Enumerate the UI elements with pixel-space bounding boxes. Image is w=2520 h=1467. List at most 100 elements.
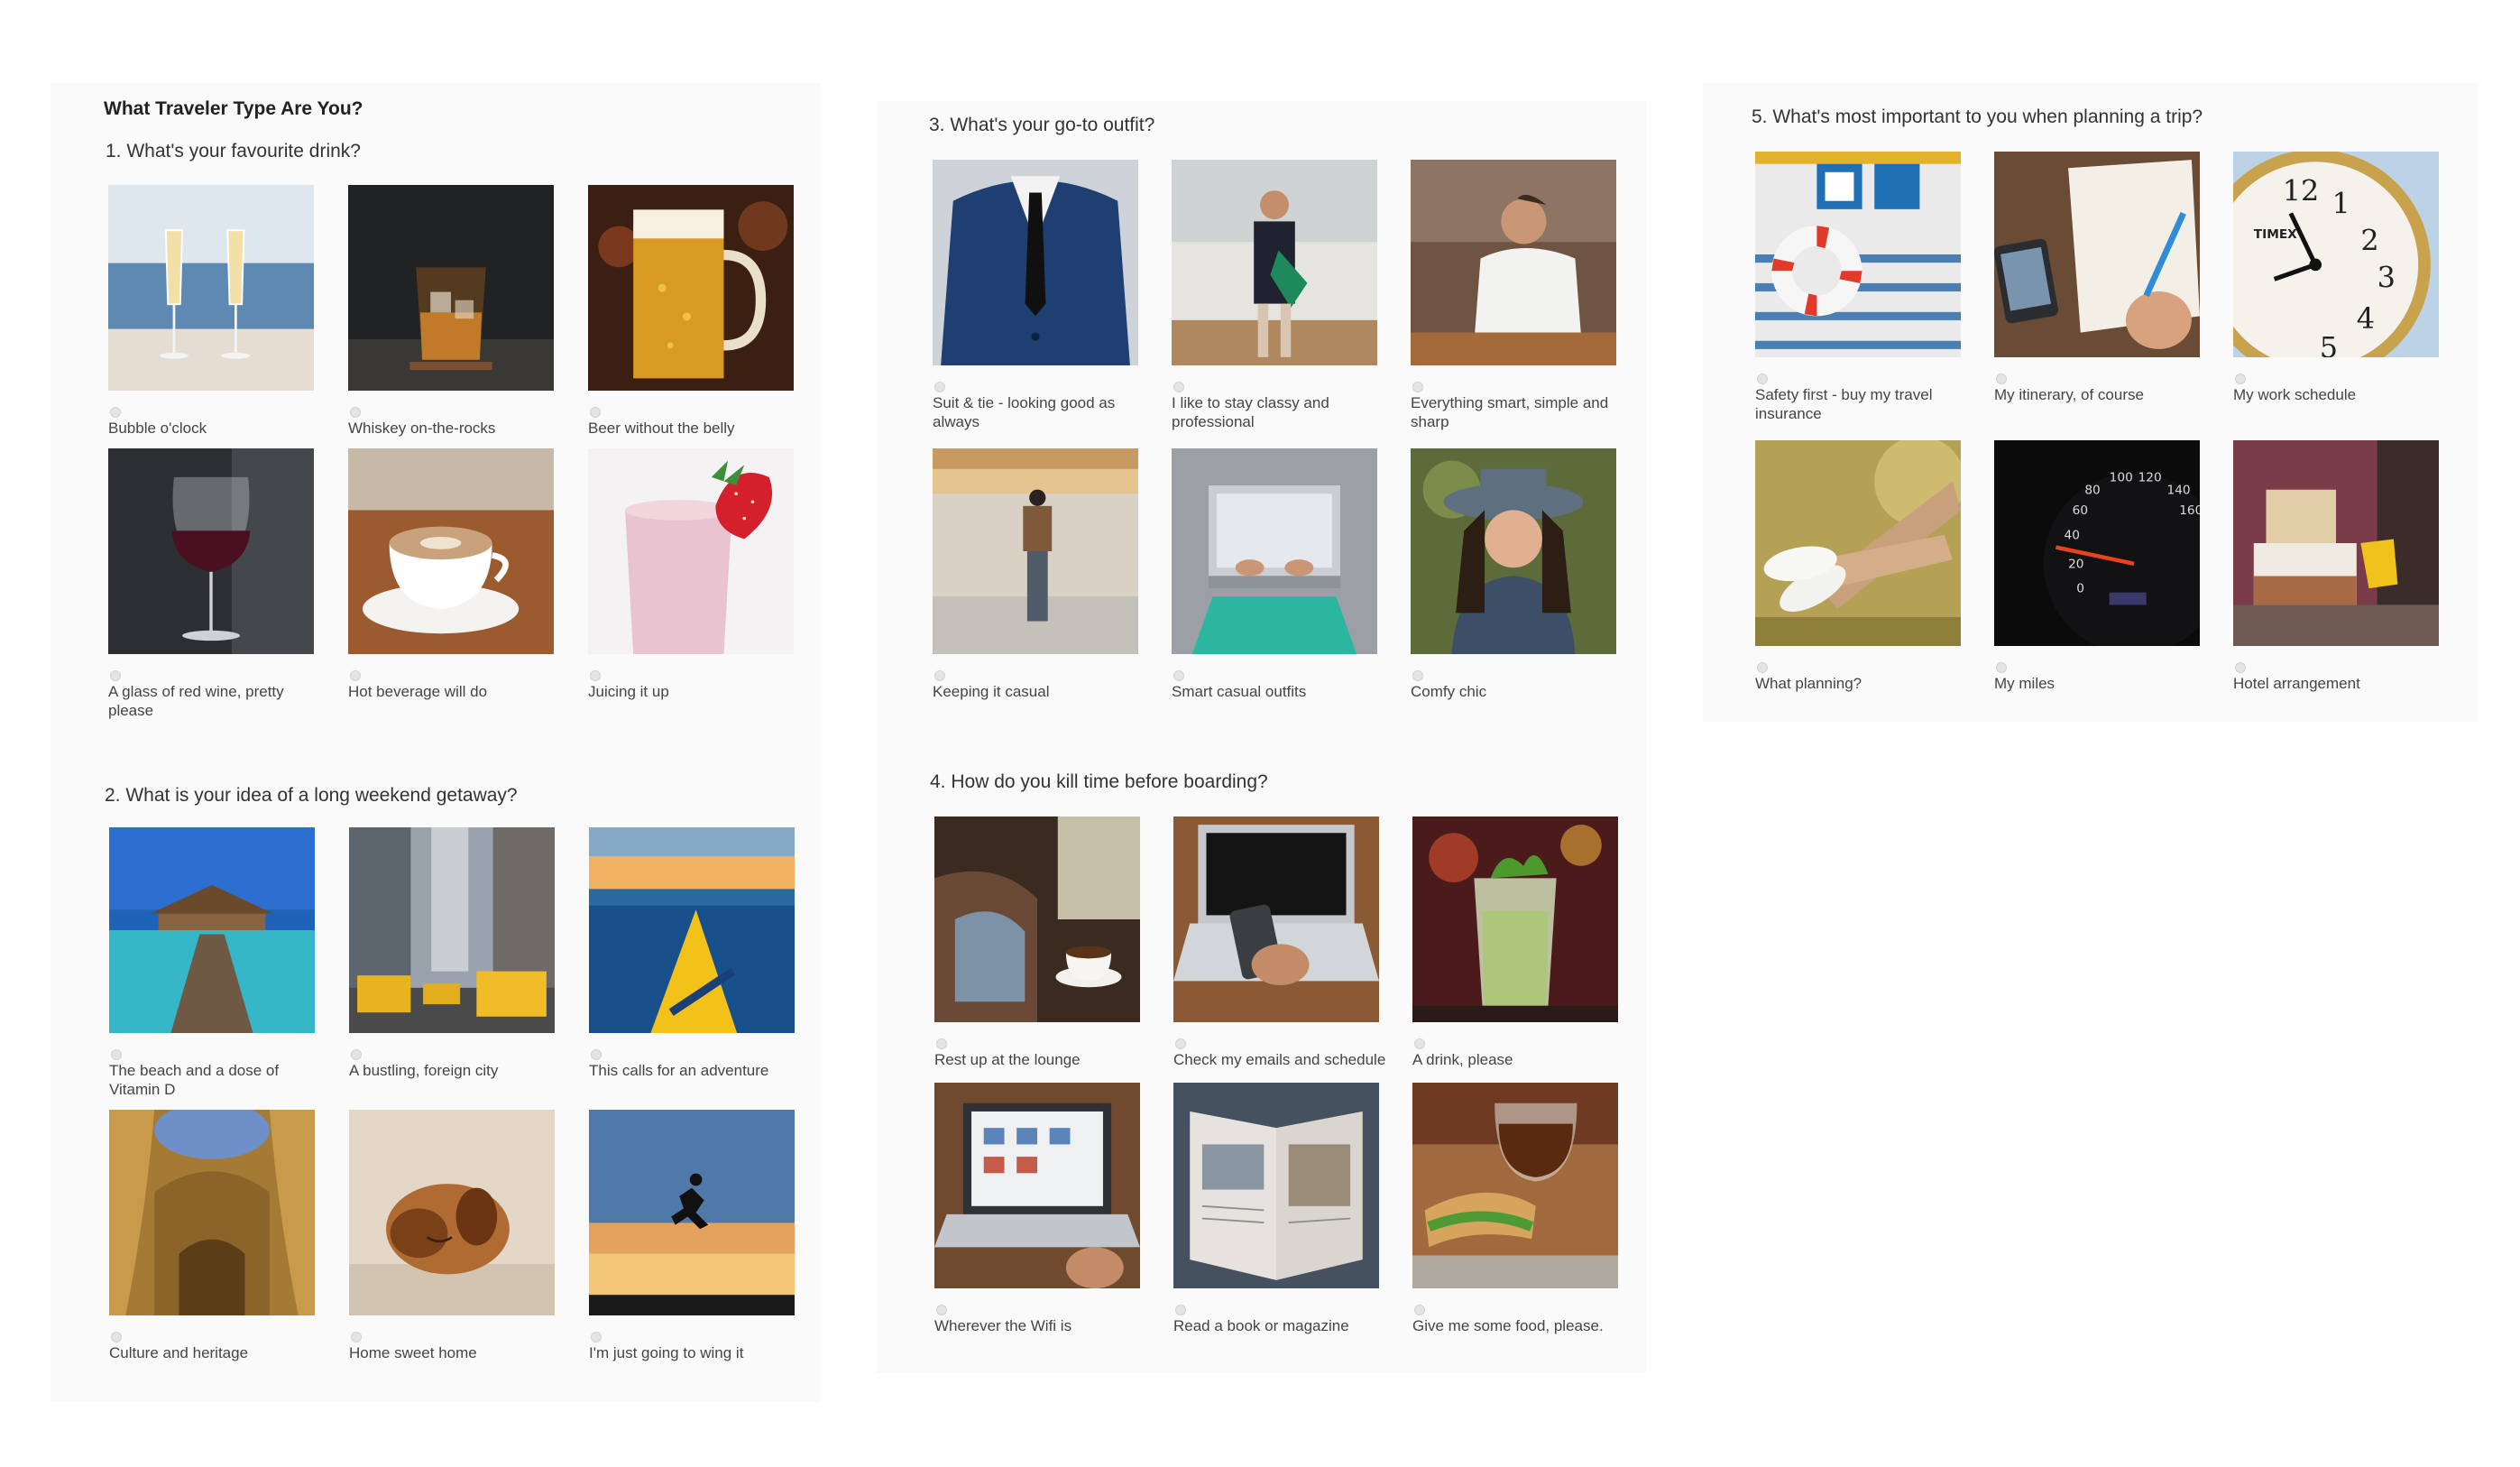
q1-option-2-radio[interactable] — [350, 407, 361, 418]
strawberry-smoothie-photo[interactable] — [588, 448, 794, 654]
q1-option-2-label[interactable]: Whiskey on-the-rocks — [348, 419, 565, 438]
q5-option-6-label[interactable]: Hotel arrangement — [2233, 674, 2450, 693]
tea-and-sandwich-photo[interactable] — [1412, 1083, 1618, 1288]
phone-laptop-photo[interactable] — [1173, 817, 1379, 1022]
q5-option-5-radio[interactable] — [1996, 662, 2007, 673]
q5-option-4[interactable]: What planning? — [1755, 440, 1961, 693]
lounge-chair-coffee-photo[interactable] — [934, 817, 1140, 1022]
q2-option-6[interactable]: I'm just going to wing it — [589, 1110, 795, 1362]
q1-option-1[interactable]: Bubble o'clock — [108, 185, 314, 438]
q2-option-6-radio[interactable] — [591, 1332, 602, 1342]
q1-option-1-label[interactable]: Bubble o'clock — [108, 419, 325, 438]
q4-option-4-radio[interactable] — [936, 1305, 947, 1315]
q3-option-3-radio[interactable] — [1412, 382, 1423, 392]
q1-option-6[interactable]: Juicing it up — [588, 448, 794, 701]
q1-option-5[interactable]: Hot beverage will do — [348, 448, 554, 701]
q4-option-3-radio[interactable] — [1414, 1038, 1425, 1049]
q3-option-2[interactable]: I like to stay classy and professional — [1172, 160, 1377, 431]
q4-option-6-label[interactable]: Give me some food, please. — [1412, 1316, 1629, 1335]
q3-option-6-radio[interactable] — [1412, 670, 1423, 681]
q5-option-6-radio[interactable] — [2235, 662, 2246, 673]
q3-option-1-label[interactable]: Suit & tie - looking good as always — [933, 393, 1149, 431]
q5-option-2-radio[interactable] — [1996, 374, 2007, 384]
q5-option-1-label[interactable]: Safety first - buy my travel insurance — [1755, 385, 1972, 423]
suit-and-tie-photo[interactable] — [933, 160, 1138, 365]
q5-option-5[interactable]: 80100120 14016060 40200 My miles — [1994, 440, 2200, 693]
q5-option-2-label[interactable]: My itinerary, of course — [1994, 385, 2211, 404]
q3-option-3-label[interactable]: Everything smart, simple and sharp — [1411, 393, 1627, 431]
lifebuoy-photo[interactable] — [1755, 152, 1961, 357]
q3-option-5[interactable]: Smart casual outfits — [1172, 448, 1377, 701]
q2-option-2-label[interactable]: A bustling, foreign city — [349, 1061, 566, 1080]
q4-option-4-label[interactable]: Wherever the Wifi is — [934, 1316, 1151, 1335]
speedometer-photo[interactable]: 80 100 120 140 160 60 40 20 0 — [1994, 440, 2200, 646]
q3-option-3[interactable]: Everything smart, simple and sharp — [1411, 160, 1616, 431]
q2-option-1-radio[interactable] — [111, 1049, 122, 1060]
q1-option-6-label[interactable]: Juicing it up — [588, 682, 805, 701]
laughing-woman-hat-photo[interactable] — [1411, 448, 1616, 654]
beach-bungalow-photo[interactable] — [109, 827, 315, 1033]
q2-option-4-label[interactable]: Culture and heritage — [109, 1343, 326, 1362]
q4-option-2[interactable]: Check my emails and schedule — [1173, 817, 1385, 1069]
q4-option-1[interactable]: Rest up at the lounge — [934, 817, 1140, 1069]
businesswoman-photo[interactable] — [1172, 160, 1377, 365]
q2-option-5-label[interactable]: Home sweet home — [349, 1343, 566, 1362]
whiskey-glass-photo[interactable] — [348, 185, 554, 391]
q1-option-4-label[interactable]: A glass of red wine, pretty please — [108, 682, 325, 720]
q4-option-3[interactable]: A drink, please — [1412, 817, 1618, 1069]
q4-option-3-label[interactable]: A drink, please — [1412, 1050, 1629, 1069]
q2-option-3-radio[interactable] — [591, 1049, 602, 1060]
q3-option-2-radio[interactable] — [1173, 382, 1184, 392]
laptop-lap-photo[interactable] — [1172, 448, 1377, 654]
q4-option-6[interactable]: Give me some food, please. — [1412, 1083, 1618, 1335]
q5-option-1-radio[interactable] — [1757, 374, 1768, 384]
q1-option-5-radio[interactable] — [350, 670, 361, 681]
backpacker-photo[interactable] — [933, 448, 1138, 654]
q2-option-6-label[interactable]: I'm just going to wing it — [589, 1343, 805, 1362]
q2-option-5-radio[interactable] — [351, 1332, 362, 1342]
relaxing-sneakers-photo[interactable] — [1755, 440, 1961, 646]
q2-option-3[interactable]: This calls for an adventure — [589, 827, 795, 1080]
q4-option-1-radio[interactable] — [936, 1038, 947, 1049]
q4-option-2-radio[interactable] — [1175, 1038, 1186, 1049]
q3-option-5-label[interactable]: Smart casual outfits — [1172, 682, 1388, 701]
q2-option-5[interactable]: Home sweet home — [349, 1110, 555, 1362]
q5-option-4-radio[interactable] — [1757, 662, 1768, 673]
q2-option-4-radio[interactable] — [111, 1332, 122, 1342]
q2-option-3-label[interactable]: This calls for an adventure — [589, 1061, 805, 1080]
q5-option-6[interactable]: Hotel arrangement — [2233, 440, 2439, 693]
kayak-sea-photo[interactable] — [589, 827, 795, 1033]
city-street-photo[interactable] — [349, 827, 555, 1033]
q2-option-2-radio[interactable] — [351, 1049, 362, 1060]
q1-option-3-label[interactable]: Beer without the belly — [588, 419, 805, 438]
q4-option-1-label[interactable]: Rest up at the lounge — [934, 1050, 1151, 1069]
q1-option-1-radio[interactable] — [110, 407, 121, 418]
q1-option-4-radio[interactable] — [110, 670, 121, 681]
q2-option-1-label[interactable]: The beach and a dose of Vitamin D — [109, 1061, 326, 1099]
q3-option-2-label[interactable]: I like to stay classy and professional — [1172, 393, 1388, 431]
coffee-cup-photo[interactable] — [348, 448, 554, 654]
hotel-room-photo[interactable] — [2233, 440, 2439, 646]
mojito-photo[interactable] — [1412, 817, 1618, 1022]
q3-option-1[interactable]: Suit & tie - looking good as always — [933, 160, 1138, 431]
red-wine-glass-photo[interactable] — [108, 448, 314, 654]
q2-option-4[interactable]: Culture and heritage — [109, 1110, 315, 1362]
q3-option-4[interactable]: Keeping it casual — [933, 448, 1138, 701]
beer-mug-photo[interactable] — [588, 185, 794, 391]
q3-option-5-radio[interactable] — [1173, 670, 1184, 681]
dome-architecture-photo[interactable] — [109, 1110, 315, 1315]
q5-option-3[interactable]: 12 2 3 4 5 1 TIMEX My work schedule — [2233, 152, 2439, 404]
notebook-writing-photo[interactable] — [1994, 152, 2200, 357]
man-white-shirt-photo[interactable] — [1411, 160, 1616, 365]
q3-option-1-radio[interactable] — [934, 382, 945, 392]
q4-option-5-radio[interactable] — [1175, 1305, 1186, 1315]
q1-option-6-radio[interactable] — [590, 670, 601, 681]
q2-option-1[interactable]: The beach and a dose of Vitamin D — [109, 827, 315, 1099]
alarm-clock-photo[interactable]: 12 2 3 4 5 1 TIMEX — [2233, 152, 2439, 357]
q4-option-4[interactable]: Wherever the Wifi is — [934, 1083, 1140, 1335]
q5-option-3-label[interactable]: My work schedule — [2233, 385, 2450, 404]
q1-option-2[interactable]: Whiskey on-the-rocks — [348, 185, 554, 438]
q4-option-5[interactable]: Read a book or magazine — [1173, 1083, 1379, 1335]
q3-option-6[interactable]: Comfy chic — [1411, 448, 1616, 701]
q3-option-6-label[interactable]: Comfy chic — [1411, 682, 1627, 701]
